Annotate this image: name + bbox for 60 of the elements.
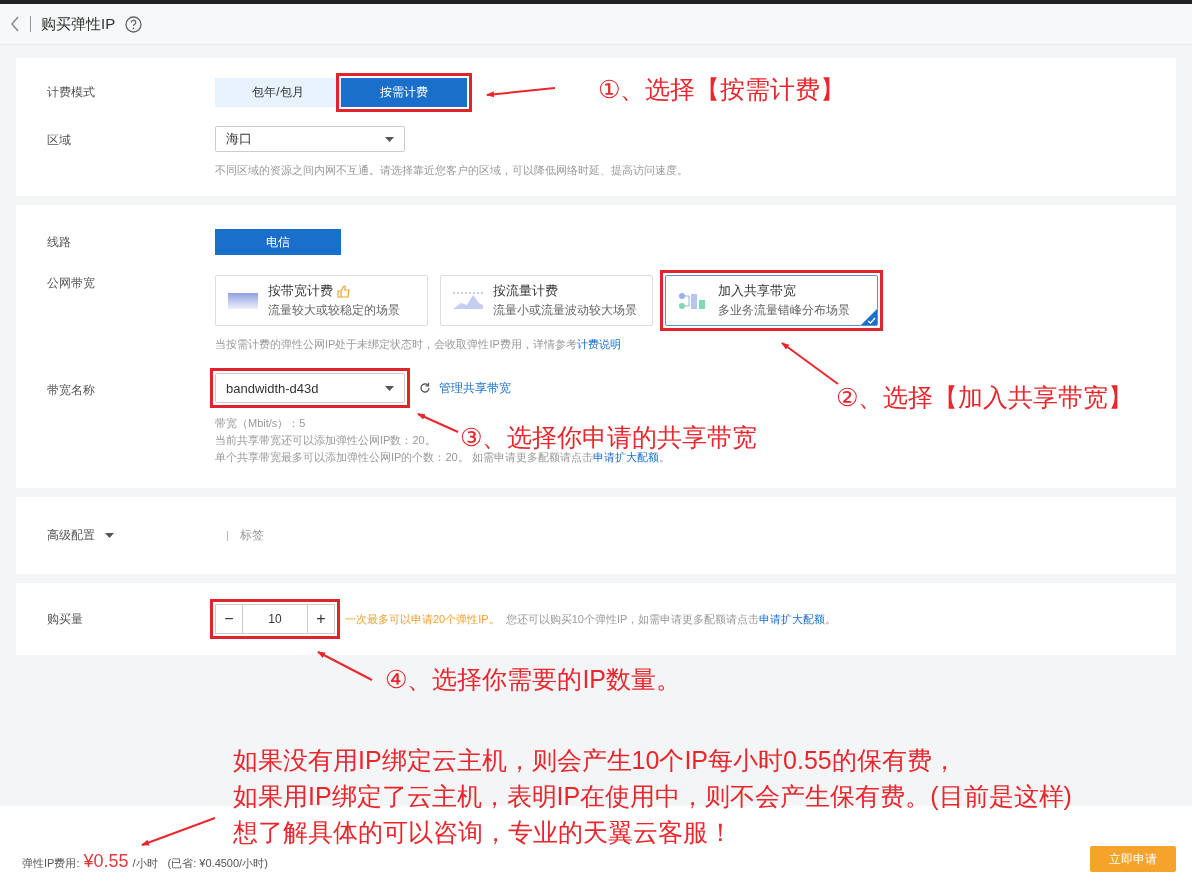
help-icon[interactable] bbox=[125, 15, 143, 33]
field-label: 带宽名称 bbox=[47, 382, 96, 399]
option-title: 按带宽计费 bbox=[268, 282, 333, 300]
annotation-arrow bbox=[417, 413, 459, 433]
refresh-icon[interactable] bbox=[419, 382, 431, 394]
caret-icon bbox=[105, 533, 114, 538]
caret-icon bbox=[385, 136, 394, 142]
bandwidth-option-card[interactable]: 加入共享带宽 多业务流量错峰分布场景 bbox=[665, 275, 878, 326]
shared-nodes-icon bbox=[678, 290, 708, 311]
info-text: 单个共享带宽最多可以添加弹性公网IP的个数：20。 如需申请更多配额请点击申请扩大配额。 bbox=[215, 450, 670, 465]
field-label: 计费模式 bbox=[47, 84, 96, 101]
field-label: 线路 bbox=[47, 233, 72, 251]
option-subtitle: 多业务流量错峰分布场景 bbox=[718, 302, 850, 319]
billing-mode-tab[interactable]: 包年/包月 bbox=[215, 78, 341, 107]
annotation-text: 如果用IP绑定了云主机，表明IP在使用中，则不会产生保有费。(目前是这样) bbox=[233, 781, 1072, 811]
price-text: ¥0.55 bbox=[83, 851, 129, 872]
annotation-text: 想了解具体的可以咨询，专业的天翼云客服！ bbox=[233, 817, 734, 847]
fee-label: 弹性IP费用: bbox=[22, 856, 80, 871]
hint-text: 当按需计费的弹性公网IP处于未绑定状态时，会收取弹性IP费用，详情参考计费说明 bbox=[215, 337, 622, 352]
annotation-text: 如果没有用IP绑定云主机，则会产生10个IP每小时0.55的保有费， bbox=[233, 745, 958, 775]
annotation-arrow bbox=[317, 651, 373, 681]
info-text: 带宽（Mbit/s）：5 bbox=[215, 416, 306, 431]
field-label: 区域 bbox=[47, 132, 72, 149]
quantity-stepper[interactable]: − 10 + bbox=[215, 604, 335, 634]
billing-info-link[interactable]: 计费说明 bbox=[576, 338, 621, 350]
line-option[interactable]: 电信 bbox=[215, 229, 341, 255]
back-icon[interactable] bbox=[10, 16, 20, 32]
bandwidth-option-card[interactable]: 按流量计费 流量小或流量波动较大场景 bbox=[440, 275, 653, 326]
bandwidth-select[interactable]: bandwidth-d43d bbox=[215, 373, 405, 403]
field-label: 购买量 bbox=[47, 610, 84, 628]
bar-chart-icon bbox=[228, 290, 258, 311]
page-title: 购买弹性IP bbox=[41, 14, 116, 34]
advanced-toggle[interactable]: 高级配置 bbox=[47, 527, 227, 544]
saved-text: (已省: ¥0.4500/小时) bbox=[167, 856, 268, 871]
region-select[interactable]: 海口 bbox=[215, 126, 405, 152]
quota-link[interactable]: 申请扩大配额 bbox=[592, 451, 659, 463]
annotation-text: ②、选择【加入共享带宽】 bbox=[836, 382, 1134, 412]
manage-bandwidth-link[interactable]: 管理共享带宽 bbox=[439, 379, 511, 397]
field-label: 公网带宽 bbox=[47, 275, 96, 292]
limit-warning: 一次最多可以申请20个弹性IP。 bbox=[345, 611, 500, 627]
bandwidth-option-card[interactable]: 按带宽计费 流量较大或较稳定的场景 bbox=[215, 275, 428, 326]
option-subtitle: 流量较大或较稳定的场景 bbox=[268, 302, 400, 319]
quota-link[interactable]: 申请扩大配额 bbox=[759, 612, 826, 625]
hint-text: 不同区域的资源之间内网不互通。请选择靠近您客户的区域，可以降低网络时延、提高访问速度。 bbox=[215, 163, 688, 178]
annotation-text: ③、选择你申请的共享带宽 bbox=[460, 422, 758, 452]
caret-icon bbox=[385, 385, 394, 391]
option-title: 按流量计费 bbox=[493, 282, 558, 300]
price-unit: /小时 bbox=[132, 856, 158, 871]
option-subtitle: 流量小或流量波动较大场景 bbox=[493, 302, 637, 319]
annotation-text: ①、选择【按需计费】 bbox=[598, 74, 846, 104]
annotation-arrow bbox=[486, 87, 556, 98]
billing-mode-tab[interactable]: 按需计费 bbox=[341, 78, 467, 107]
annotation-arrow bbox=[781, 342, 839, 385]
info-text: 当前共享带宽还可以添加弹性公网IP数：20。 bbox=[215, 433, 436, 448]
annotation-text: ④、选择你需要的IP数量。 bbox=[385, 664, 682, 694]
check-corner-icon bbox=[861, 309, 877, 325]
option-title: 加入共享带宽 bbox=[718, 282, 796, 300]
area-chart-icon bbox=[453, 290, 483, 311]
quota-note: 您还可以购买10个弹性IP，如需申请更多配额请点击申请扩大配额。 bbox=[505, 611, 837, 627]
quantity-input[interactable]: 10 bbox=[242, 605, 308, 633]
